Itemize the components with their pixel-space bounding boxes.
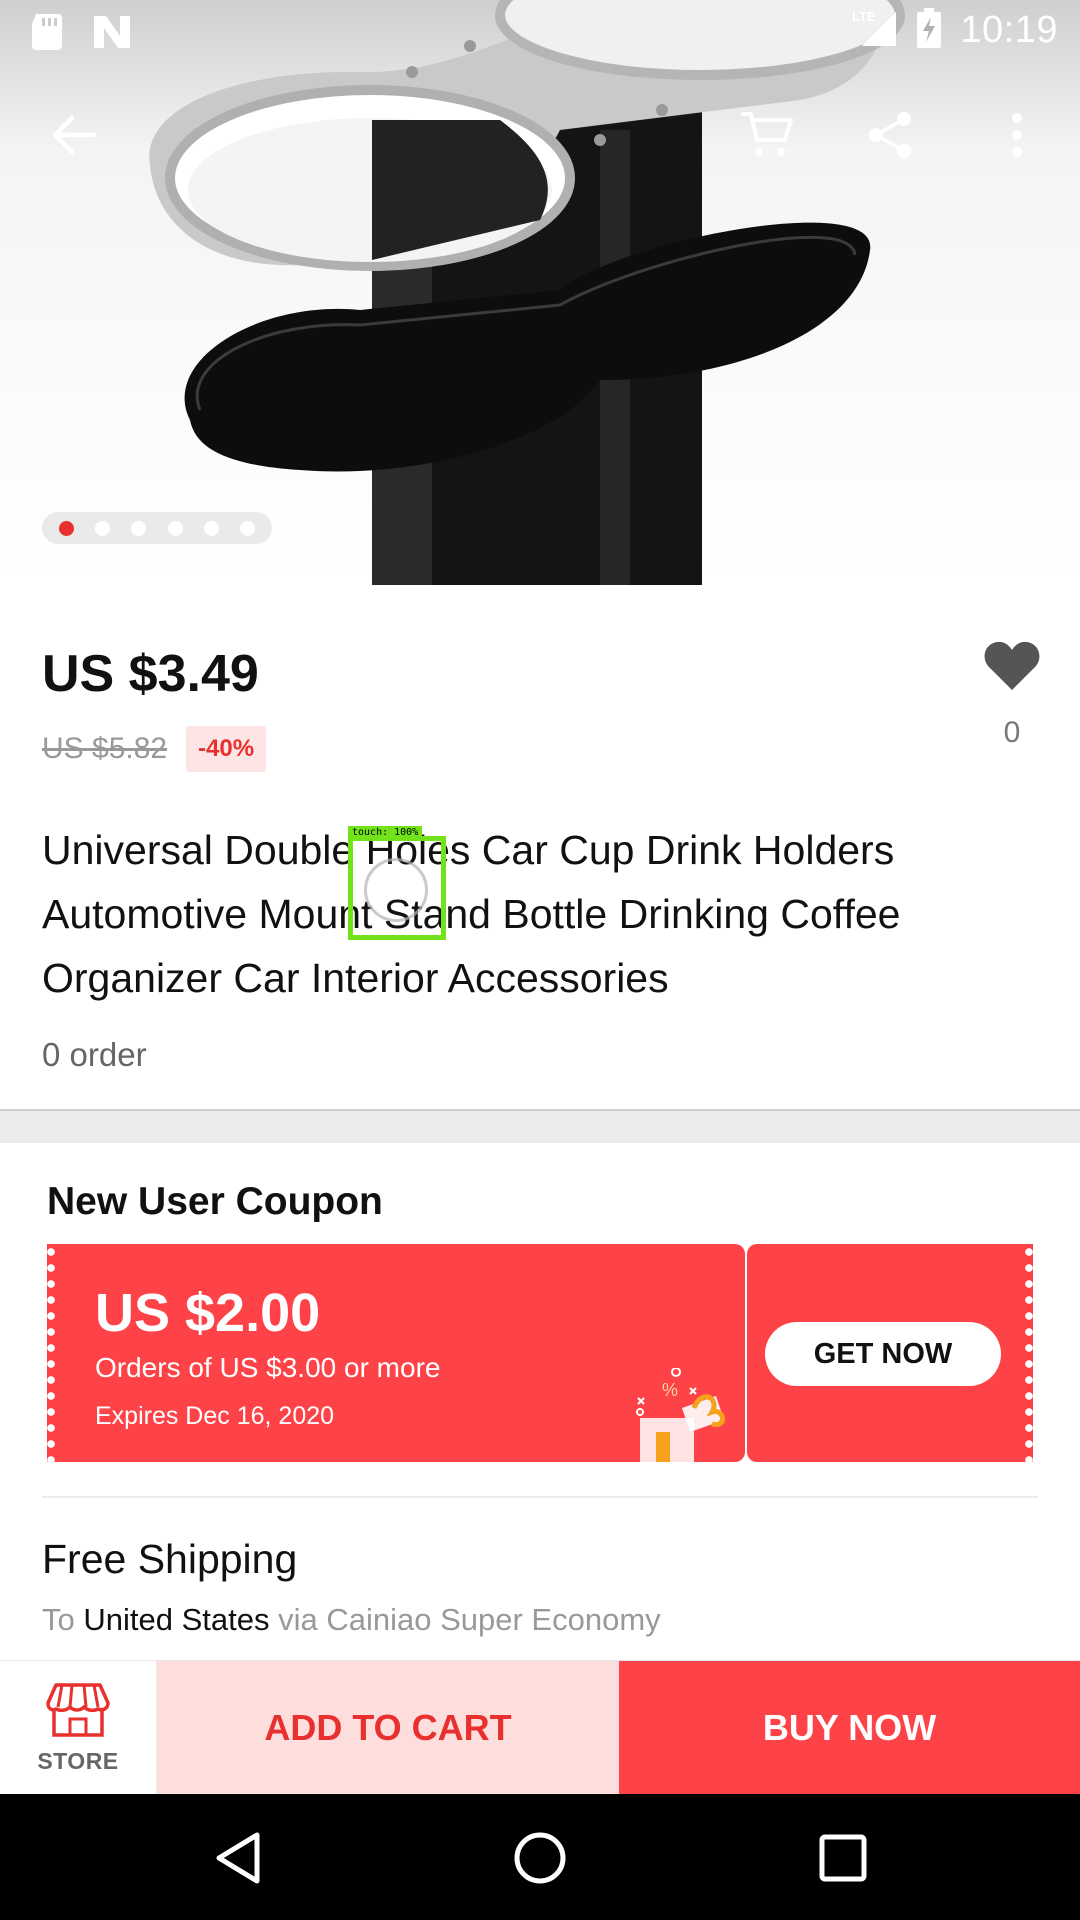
shipping-title: Free Shipping bbox=[42, 1536, 298, 1582]
gift-icon: % bbox=[632, 1367, 732, 1467]
section-spacer bbox=[0, 1111, 1080, 1143]
product-image-gallery[interactable]: LTE 10:19 bbox=[0, 0, 1080, 585]
touch-indicator-label: touch: 100% bbox=[348, 826, 423, 840]
store-button[interactable]: STORE bbox=[0, 1661, 157, 1795]
shipping-destination[interactable]: To United States via Cainiao Super Econo… bbox=[42, 1602, 661, 1638]
product-price: US $3.49 bbox=[42, 645, 259, 703]
shipping-country: United States bbox=[83, 1602, 270, 1637]
nav-home-icon[interactable] bbox=[500, 1818, 580, 1898]
bottom-action-bar: STORE ADD TO CART BUY NOW bbox=[0, 1660, 1080, 1795]
gallery-dot[interactable] bbox=[131, 520, 147, 536]
svg-text:LTE: LTE bbox=[852, 9, 876, 24]
new-user-coupon: US $2.00 Orders of US $3.00 or more Expi… bbox=[47, 1244, 1033, 1462]
coupon-edge-right bbox=[1025, 1244, 1033, 1462]
touch-indicator-box bbox=[348, 836, 446, 940]
coupon-condition: Orders of US $3.00 or more bbox=[95, 1352, 441, 1383]
gallery-dot[interactable] bbox=[94, 520, 110, 536]
wishlist-button[interactable] bbox=[980, 640, 1044, 697]
clock: 10:19 bbox=[960, 9, 1058, 51]
cart-icon[interactable] bbox=[732, 100, 802, 170]
coupon-heading: New User Coupon bbox=[47, 1180, 383, 1223]
store-label: STORE bbox=[37, 1748, 119, 1774]
coupon-amount: US $2.00 bbox=[95, 1283, 321, 1343]
store-icon bbox=[46, 1681, 110, 1744]
share-icon[interactable] bbox=[856, 100, 926, 170]
battery-charging-icon bbox=[916, 8, 942, 53]
gallery-dot[interactable] bbox=[167, 520, 183, 536]
original-price: US $5.82 bbox=[42, 732, 168, 765]
back-arrow-icon[interactable] bbox=[38, 100, 108, 170]
divider bbox=[42, 1496, 1038, 1498]
get-coupon-button[interactable]: GET NOW bbox=[765, 1322, 1001, 1386]
system-nav-bar bbox=[0, 1794, 1080, 1920]
signal-icon: LTE bbox=[850, 8, 898, 53]
discount-badge: -40% bbox=[186, 726, 267, 772]
gallery-dot[interactable] bbox=[203, 520, 219, 536]
product-image bbox=[149, 0, 905, 585]
order-count: 0 order bbox=[42, 1036, 147, 1073]
coupon-perforation bbox=[745, 1250, 747, 1456]
gallery-page-indicator bbox=[42, 512, 272, 544]
svg-text:%: % bbox=[662, 1380, 678, 1400]
buy-now-button[interactable]: BUY NOW bbox=[619, 1661, 1080, 1795]
coupon-expiry: Expires Dec 16, 2020 bbox=[95, 1402, 335, 1430]
shipping-method: via Cainiao Super Economy bbox=[278, 1602, 661, 1637]
gallery-dot[interactable] bbox=[240, 520, 256, 536]
coupon-edge-left bbox=[47, 1244, 55, 1462]
nav-back-icon[interactable] bbox=[198, 1818, 278, 1898]
more-vert-icon[interactable] bbox=[982, 100, 1052, 170]
status-bar: LTE 10:19 bbox=[0, 0, 1080, 64]
heart-icon[interactable] bbox=[983, 641, 1041, 696]
nav-recents-icon[interactable] bbox=[803, 1818, 883, 1898]
n-icon bbox=[92, 14, 132, 55]
wishlist-count: 0 bbox=[1003, 716, 1021, 749]
add-to-cart-button[interactable]: ADD TO CART bbox=[157, 1661, 619, 1795]
sd-card-icon bbox=[30, 14, 64, 55]
shipping-prefix: To bbox=[42, 1602, 75, 1637]
gallery-dot[interactable] bbox=[58, 520, 74, 536]
product-title: Universal Double Holes Car Cup Drink Hol… bbox=[42, 827, 901, 1001]
